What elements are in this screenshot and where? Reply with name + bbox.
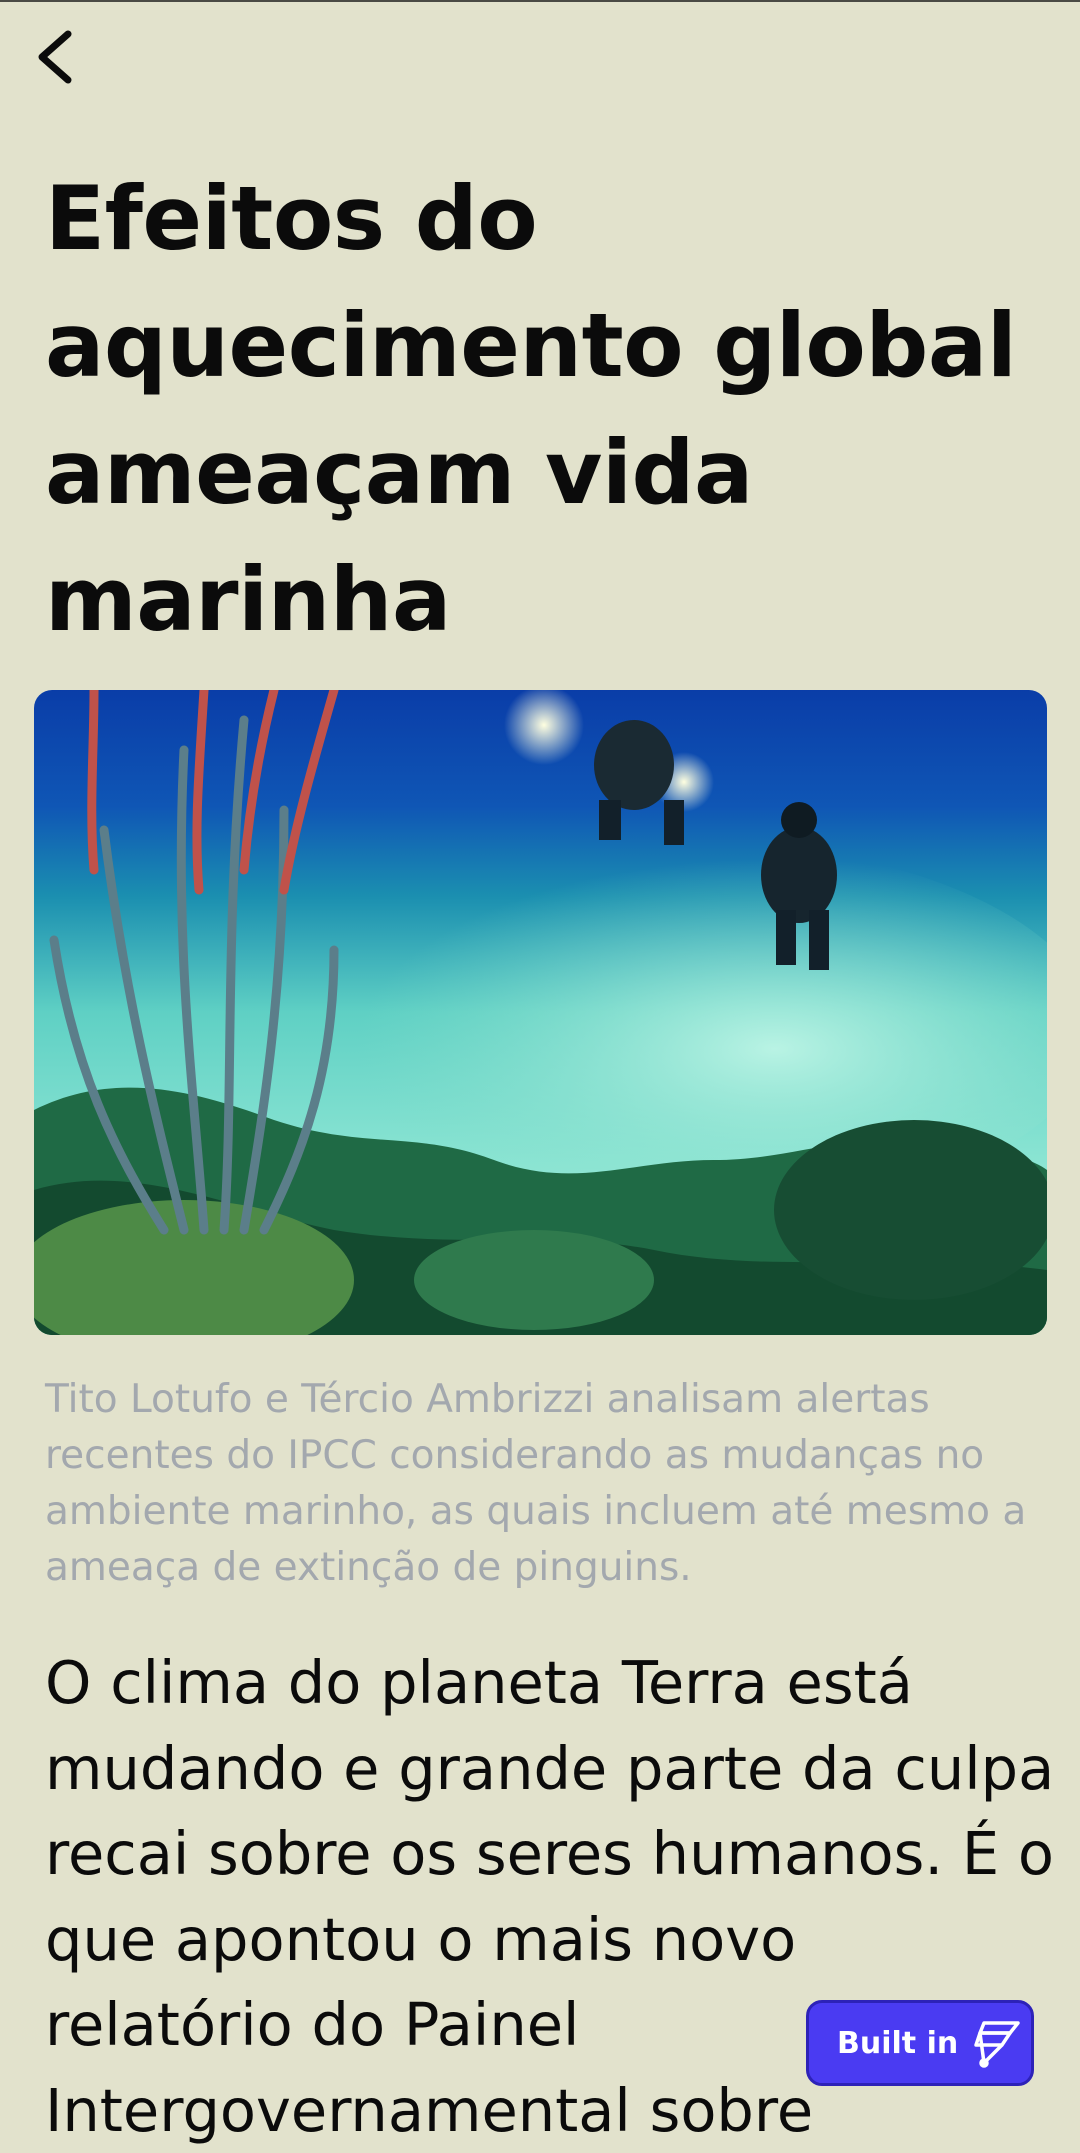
builder-logo-icon — [970, 2015, 1026, 2071]
image-caption: Tito Lotufo e Tércio Ambrizzi analisam a… — [45, 1377, 1027, 1590]
top-divider — [0, 0, 1080, 2]
article-hero-image — [34, 690, 1047, 1335]
chevron-left-icon — [38, 30, 72, 84]
article-title: Efeitos do aquecimento global ameaçam vi… — [45, 167, 1017, 651]
built-in-badge[interactable]: Built in — [806, 2000, 1034, 2086]
back-button[interactable] — [28, 22, 84, 92]
built-in-label: Built in — [837, 2025, 959, 2061]
